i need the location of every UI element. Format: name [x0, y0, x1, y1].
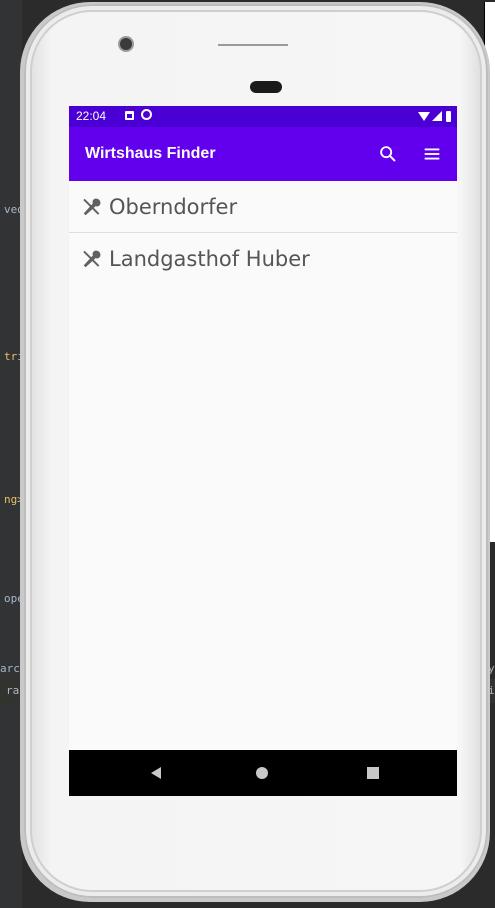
search-button[interactable] — [377, 143, 399, 165]
battery-icon — [446, 110, 451, 122]
restaurant-list: Oberndorfer Landgasthof Huber — [69, 181, 457, 285]
sync-icon — [141, 109, 152, 120]
wifi-icon — [418, 111, 430, 121]
front-camera-icon — [120, 38, 132, 50]
app-title: Wirtshaus Finder — [85, 145, 216, 162]
menu-icon — [424, 148, 440, 160]
restaurant-icon — [83, 198, 101, 215]
notification-icon — [125, 111, 134, 120]
navigation-bar — [69, 750, 457, 796]
list-item-label: Landgasthof Huber — [109, 247, 310, 271]
code-fragment: ra — [6, 684, 20, 697]
app-bar: Wirtshaus Finder — [69, 127, 457, 181]
back-icon[interactable] — [151, 767, 161, 779]
list-item-label: Oberndorfer — [109, 194, 238, 219]
list-item[interactable]: Oberndorfer — [69, 181, 457, 233]
device-screen: 22:04 Wirtshaus Finder Oberndorfer Landg… — [69, 106, 457, 796]
menu-button[interactable] — [421, 143, 443, 165]
status-indicators — [418, 110, 451, 122]
proximity-sensor — [250, 81, 282, 93]
restaurant-icon — [83, 250, 101, 268]
status-time: 22:04 — [76, 109, 107, 123]
earpiece-speaker — [218, 44, 288, 46]
signal-icon — [432, 111, 442, 121]
list-item[interactable]: Landgasthof Huber — [69, 233, 457, 285]
recents-icon[interactable] — [367, 767, 379, 779]
status-bar: 22:04 — [69, 106, 457, 127]
ide-gutter — [0, 0, 22, 908]
search-icon — [380, 146, 396, 162]
home-icon[interactable] — [256, 767, 268, 779]
